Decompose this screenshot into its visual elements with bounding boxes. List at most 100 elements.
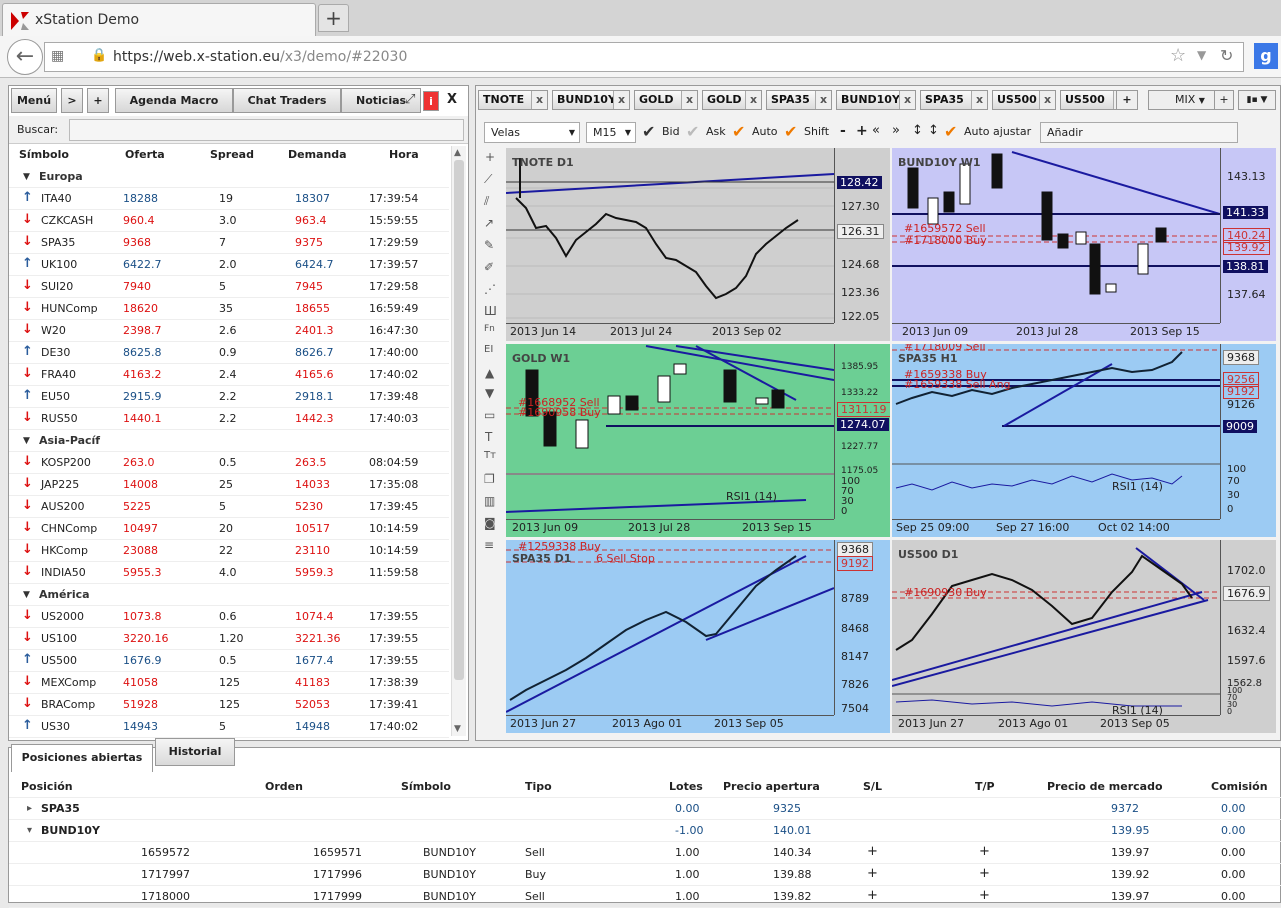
expand-icon[interactable]: ▾ <box>27 825 32 836</box>
col-ask[interactable]: Demanda <box>288 148 347 161</box>
close-icon[interactable]: x <box>1039 91 1055 109</box>
brush-tool-icon[interactable]: ✐ <box>484 260 494 274</box>
timeframe-select[interactable]: M15 ▼ <box>586 122 636 143</box>
search-input[interactable] <box>69 119 464 141</box>
scroll-right-button[interactable]: » <box>892 123 900 138</box>
scroll-left-button[interactable]: « <box>872 123 880 138</box>
position-row[interactable]: ▸ SPA35 0.00 9325 9372 0.00 <box>9 798 1281 820</box>
tp-add-button[interactable]: + <box>979 888 990 903</box>
channel-tool-icon[interactable]: ⫽ <box>484 194 489 209</box>
close-icon[interactable]: x <box>971 91 987 109</box>
collapse-icon[interactable]: ▼ <box>23 436 30 446</box>
chart-type-select[interactable]: Velas ▼ <box>484 122 580 143</box>
add-instrument-button[interactable]: + <box>1116 90 1138 110</box>
layers-tool-icon[interactable]: ❐ <box>484 472 495 486</box>
layout-mix-select[interactable]: MIX ▼ <box>1148 90 1224 110</box>
market-row[interactable]: ↓ AUS200 5225 5 5230 17:39:45 <box>9 496 449 518</box>
col-tp[interactable]: T/P <box>975 780 995 793</box>
market-row[interactable]: ↓ MEXComp 41058 125 41183 17:38:39 <box>9 672 449 694</box>
expand-icon[interactable]: ▸ <box>27 803 32 814</box>
market-row[interactable]: ↑ DE30 8625.8 0.9 8626.7 17:40:00 <box>9 342 449 364</box>
list-tool-icon[interactable]: ≡ <box>484 538 494 552</box>
market-row[interactable]: ↓ FRA40 4163.2 2.4 4165.6 17:40:02 <box>9 364 449 386</box>
col-time[interactable]: Hora <box>389 148 419 161</box>
menu-button[interactable]: Menú <box>11 88 57 113</box>
tab-open-positions[interactable]: Posiciones abiertas <box>11 744 153 772</box>
chart-us500-d1[interactable]: US500 D1 #1690930 Buy RSI1 (14) ⤢ ✖ 1702… <box>892 540 1276 733</box>
instrument-tab[interactable]: BUND10Y x <box>836 90 916 110</box>
google-search-icon[interactable]: g <box>1254 43 1278 69</box>
zoom-in-button[interactable]: + <box>856 123 868 139</box>
fib-tool-icon[interactable]: Fn <box>484 324 495 334</box>
position-row[interactable]: ▾ BUND10Y -1.00 140.01 139.95 0.00 <box>9 820 1281 842</box>
close-icon[interactable]: x <box>613 91 629 109</box>
tp-add-button[interactable]: + <box>979 866 990 881</box>
shrink-v-button[interactable]: ↕ <box>928 123 939 138</box>
expand-button[interactable]: > <box>61 88 83 113</box>
position-row[interactable]: 1718000 1717999 BUND10Y Sell 1.00 139.82… <box>9 886 1281 908</box>
camera-icon[interactable]: ◙ <box>484 516 496 530</box>
tp-add-button[interactable]: + <box>979 844 990 859</box>
market-row[interactable]: ↓ JAP225 14008 25 14033 17:35:08 <box>9 474 449 496</box>
col-sl[interactable]: S/L <box>863 780 882 793</box>
sl-add-button[interactable]: + <box>867 844 878 859</box>
layout-add-button[interactable]: + <box>1214 90 1234 110</box>
volume-tool-icon[interactable]: ▥ <box>484 494 495 508</box>
back-button[interactable]: ← <box>7 39 43 75</box>
bid-check-icon[interactable]: ✔ <box>642 122 655 141</box>
market-row[interactable]: ↓ HKComp 23088 22 23110 10:14:59 <box>9 540 449 562</box>
instrument-tab[interactable]: GOLD x <box>634 90 698 110</box>
position-row[interactable]: 1659572 1659571 BUND10Y Sell 1.00 140.34… <box>9 842 1281 864</box>
chart-spa35-d1[interactable]: SPA35 D1 #1259338 Buy 6 Sell Stop 9368 9… <box>506 540 890 733</box>
close-icon[interactable]: x <box>899 91 915 109</box>
browser-tab[interactable]: xStation Demo <box>2 3 316 36</box>
col-open-price[interactable]: Precio apertura <box>723 780 820 793</box>
pencil-tool-icon[interactable]: ✎ <box>484 238 494 252</box>
col-order[interactable]: Orden <box>265 780 303 793</box>
market-row[interactable]: ↓ SUI20 7940 5 7945 17:29:58 <box>9 276 449 298</box>
market-row[interactable]: ↑ US30 14943 5 14948 17:40:02 <box>9 716 449 738</box>
market-row[interactable]: ↓ KOSP200 263.0 0.5 263.5 08:04:59 <box>9 452 449 474</box>
col-market-price[interactable]: Precio de mercado <box>1047 780 1163 793</box>
market-row[interactable]: ↓ CZKCASH 960.4 3.0 963.4 15:59:55 <box>9 210 449 232</box>
reload-icon[interactable]: ↻ <box>1220 46 1233 65</box>
zoom-out-button[interactable]: - <box>840 123 846 139</box>
elliott-tool-icon[interactable]: EI <box>484 344 493 355</box>
close-icon[interactable]: x <box>681 91 697 109</box>
popout-icon[interactable]: ⤢ <box>405 92 415 107</box>
instrument-tab[interactable]: BUND10Y x <box>552 90 630 110</box>
ask-check-icon[interactable]: ✔ <box>686 122 699 141</box>
add-indicator-select[interactable]: Añadir <box>1040 122 1238 143</box>
market-row[interactable]: ↓ SPA35 9368 7 9375 17:29:59 <box>9 232 449 254</box>
market-row[interactable]: ↑ UK100 6422.7 2.0 6424.7 17:39:57 <box>9 254 449 276</box>
tab-agenda-macro[interactable]: Agenda Macro <box>115 88 233 113</box>
market-row[interactable]: ↓ W20 2398.7 2.6 2401.3 16:47:30 <box>9 320 449 342</box>
instrument-tab[interactable]: GOLD x <box>702 90 762 110</box>
position-row[interactable]: 1717997 1717996 BUND10Y Buy 1.00 139.88 … <box>9 864 1281 886</box>
dropdown-arrow-icon[interactable]: ▼ <box>1197 48 1206 62</box>
text-tool-icon[interactable]: T <box>485 430 492 444</box>
market-scrollbar[interactable]: ▲ ▼ <box>451 146 466 736</box>
collapse-icon[interactable]: ▼ <box>23 590 30 600</box>
crosshair-tool-icon[interactable]: + <box>485 150 495 164</box>
trendline-tool-icon[interactable]: ⟋ <box>484 172 492 187</box>
arrow-up-tool-icon[interactable]: ▲ <box>485 366 494 380</box>
sl-add-button[interactable]: + <box>867 866 878 881</box>
shift-check-icon[interactable]: ✔ <box>784 122 797 141</box>
chart-gold-w1[interactable]: GOLD W1 #1668952 Sell #1690958 Buy RSI1 … <box>506 344 890 537</box>
col-symbol[interactable]: Símbolo <box>19 148 69 161</box>
chart-spa35-h1[interactable]: SPA35 H1 #1718009 Sell #1659338 Buy #165… <box>892 344 1276 537</box>
close-icon[interactable]: x <box>745 91 761 109</box>
instrument-tab[interactable]: US500x <box>992 90 1056 110</box>
market-row[interactable]: ↓ HUNComp 18620 35 18655 16:59:49 <box>9 298 449 320</box>
group-row[interactable]: ▼ Europa <box>9 166 449 188</box>
instrument-tab[interactable]: TNOTE x <box>478 90 548 110</box>
tab-history[interactable]: Historial <box>155 738 235 766</box>
auto-check-icon[interactable]: ✔ <box>732 122 745 141</box>
auto-adjust-check-icon[interactable]: ✔ <box>944 122 957 141</box>
market-row[interactable]: ↓ CHNComp 10497 20 10517 10:14:59 <box>9 518 449 540</box>
tab-chat-traders[interactable]: Chat Traders <box>233 88 341 113</box>
layout-grid-select[interactable]: ▮▪ ▼ <box>1238 90 1276 110</box>
chart-bund10y-w1[interactable]: BUND10Y W1 #1659572 Sell #1718000 Buy ⤢ … <box>892 148 1276 341</box>
info-button[interactable]: i <box>423 91 439 111</box>
